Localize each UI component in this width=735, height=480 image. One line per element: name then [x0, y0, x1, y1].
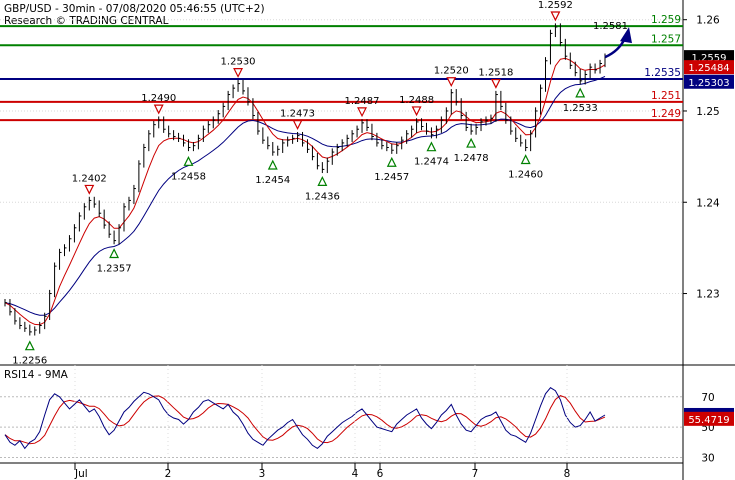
swing-low-label: 1.2474 — [414, 157, 449, 168]
level-label: 1.249 — [651, 108, 681, 120]
time-tick-label: 2 — [165, 468, 172, 480]
swing-low-marker — [267, 159, 278, 170]
swing-high-label: 1.2473 — [280, 109, 315, 120]
time-tick-label: 3 — [259, 468, 266, 480]
swing-high-marker — [357, 107, 367, 118]
swing-high-label: 1.2488 — [399, 95, 434, 106]
swing-low-label: 1.2256 — [12, 356, 47, 367]
chart-canvas: GBP/USD - 30min - 07/08/2020 05:46:55 (U… — [0, 0, 735, 480]
swing-high-marker — [153, 104, 164, 115]
swing-low-label: 1.2478 — [454, 153, 489, 164]
level-label: 1.259 — [651, 14, 681, 26]
price-tick-label: 1.25 — [696, 106, 719, 118]
swing-low-marker — [466, 137, 477, 148]
swing-low-label: 1.2458 — [171, 171, 206, 182]
swing-high-marker — [84, 184, 95, 195]
value-badge-label: 1.25303 — [688, 78, 729, 89]
swing-low-marker — [426, 141, 437, 152]
swing-high-label: 1.2520 — [434, 66, 469, 77]
chart-window: GBP/USD - 30min - 07/08/2020 05:46:55 (U… — [0, 0, 735, 480]
rsi-tick-label: 70 — [701, 392, 714, 404]
swing-low-label: 1.2454 — [255, 175, 290, 186]
price-tick-label: 1.26 — [696, 15, 720, 27]
swing-high-marker — [446, 77, 457, 88]
swing-low-marker — [109, 248, 120, 259]
swing-low-marker — [520, 154, 531, 165]
swing-high-label: 1.2487 — [345, 96, 380, 107]
projection-label: 1.2581 — [593, 21, 628, 32]
level-label: 1.251 — [651, 90, 681, 102]
swing-high-label: 1.2490 — [141, 93, 176, 104]
swing-high-marker — [490, 78, 501, 89]
swing-low-label: 1.2533 — [563, 103, 598, 114]
value-badge-label: 1.25484 — [688, 63, 729, 74]
swing-low-marker — [386, 156, 397, 167]
swing-high-label: 1.2518 — [478, 68, 513, 79]
swing-low-marker — [24, 340, 35, 351]
price-tick-label: 1.24 — [696, 197, 720, 209]
swing-high-marker — [292, 120, 303, 130]
chart-title: GBP/USD - 30min - 07/08/2020 05:46:55 (U… — [4, 3, 265, 15]
swing-low-label: 1.2460 — [508, 169, 543, 180]
swing-low-marker — [575, 87, 586, 98]
rsi-title: RSI14 - 9MA — [4, 369, 69, 381]
time-tick-label: Jul — [74, 468, 88, 480]
level-label: 1.257 — [651, 33, 681, 45]
time-tick-label: 6 — [377, 468, 384, 480]
time-tick-label: 7 — [472, 468, 479, 480]
level-label: 1.2535 — [644, 67, 681, 79]
swing-high-label: 1.2402 — [72, 173, 107, 184]
swing-low-label: 1.2357 — [97, 264, 132, 275]
price-tick-label: 1.23 — [696, 289, 719, 301]
swing-high-label: 1.2530 — [221, 57, 256, 68]
swing-high-marker — [411, 106, 422, 117]
time-tick-label: 8 — [564, 468, 571, 480]
swing-high-label: 1.2592 — [538, 0, 573, 11]
rsi-tick-label: 30 — [701, 452, 714, 464]
time-tick-label: 4 — [352, 468, 359, 480]
swing-low-label: 1.2436 — [305, 191, 340, 202]
swing-low-marker — [317, 176, 328, 186]
swing-low-marker — [183, 155, 194, 166]
swing-high-marker — [550, 11, 561, 22]
swing-low-label: 1.2457 — [374, 172, 409, 183]
swing-high-marker — [233, 67, 244, 78]
value-badge-label: 55.4719 — [688, 415, 729, 426]
